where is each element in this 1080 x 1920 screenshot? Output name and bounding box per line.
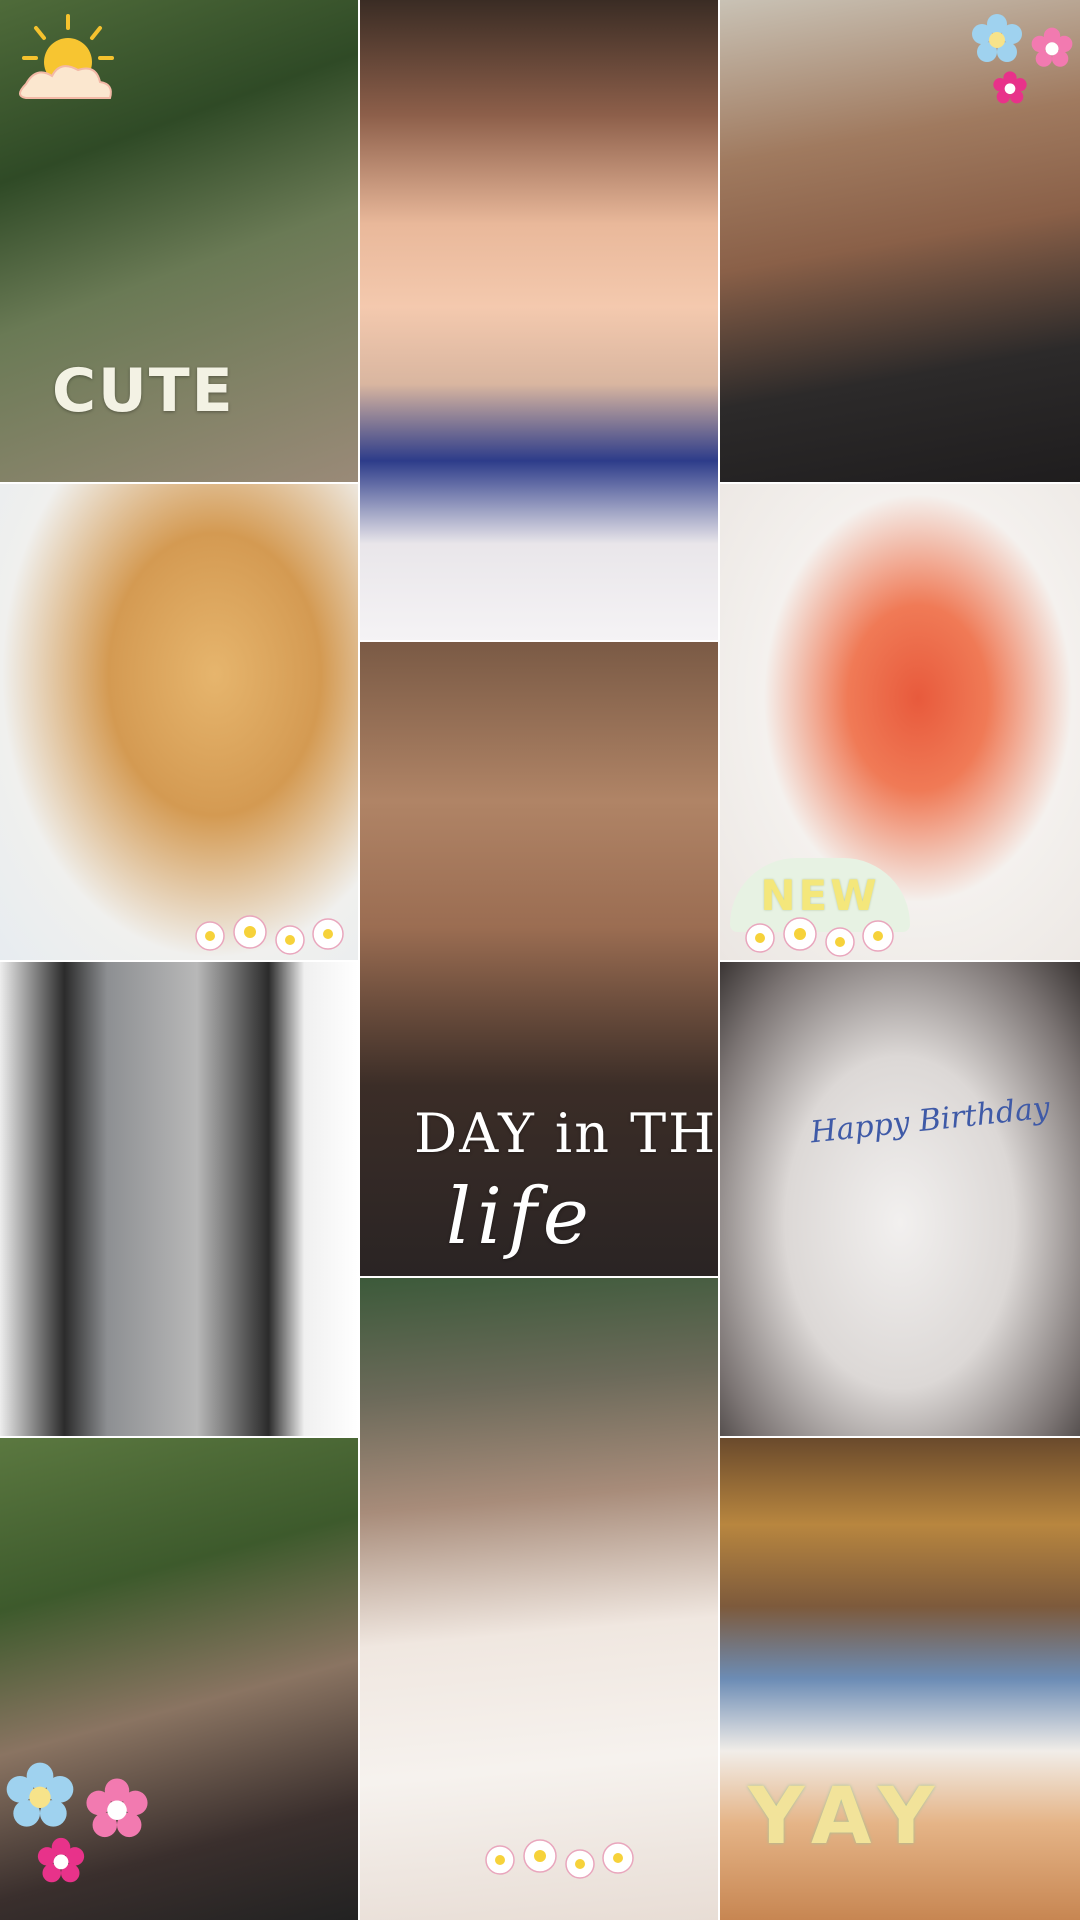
happy-birthday-caption: Happy Birthday bbox=[808, 1090, 1052, 1151]
flower-icon bbox=[1031, 27, 1073, 67]
flower-icon bbox=[972, 14, 1022, 62]
cute-caption: CUTE bbox=[52, 356, 235, 426]
daisy-cluster-icon bbox=[485, 1839, 634, 1879]
photo-friends-outdoor-top: CUTE bbox=[0, 0, 358, 482]
daisy-cluster-icon bbox=[745, 917, 894, 957]
day-in-the-caption: DAY in THE bbox=[414, 1102, 718, 1165]
new-caption: NEW bbox=[760, 870, 880, 920]
flower-icon bbox=[6, 1762, 74, 1827]
flower-icon bbox=[86, 1778, 148, 1838]
photo-mirror-selfie bbox=[0, 962, 358, 1436]
photo-birthday-dessert: Happy Birthday bbox=[720, 962, 1080, 1436]
photo-shrimp-cocktail: NEW bbox=[720, 484, 1080, 960]
photo-day-in-the-life-selfie: DAY in THE life bbox=[360, 642, 718, 1276]
photo-restaurant-table: YAY bbox=[720, 1438, 1080, 1920]
photo-collage: CUTE DAY in THE life NEW bbox=[0, 0, 1080, 1920]
photo-calamari-dish bbox=[0, 484, 358, 960]
daisy-cluster-icon bbox=[195, 915, 344, 955]
sun-with-cloud-icon bbox=[19, 14, 114, 99]
life-caption: life bbox=[446, 1172, 595, 1262]
photo-selfie-top-right bbox=[720, 0, 1080, 482]
flower-icon bbox=[993, 71, 1027, 104]
flower-icon bbox=[37, 1837, 85, 1883]
yay-caption: YAY bbox=[748, 1772, 949, 1862]
photo-woman-with-card bbox=[360, 1278, 718, 1920]
photo-glasses-toast bbox=[360, 0, 718, 640]
photo-friends-outdoor-bottom bbox=[0, 1438, 358, 1920]
